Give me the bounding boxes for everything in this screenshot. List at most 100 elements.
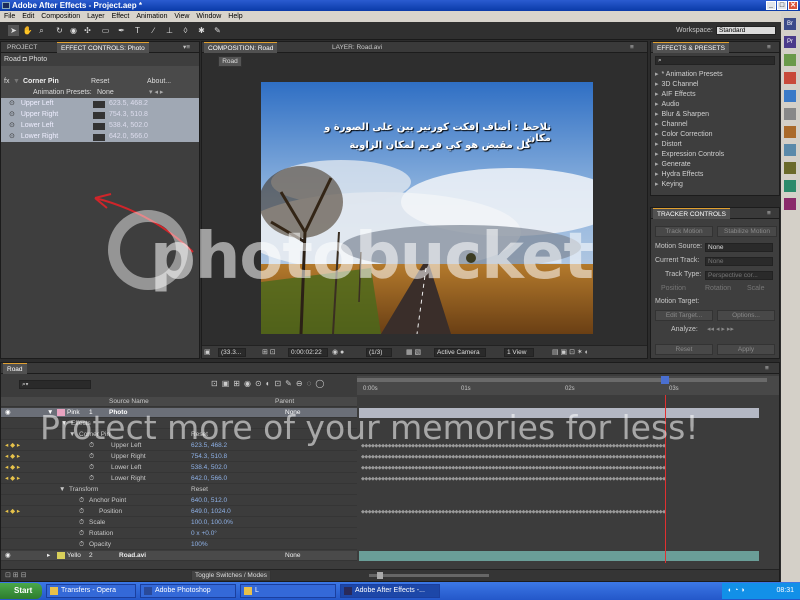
menu-edit[interactable]: Edit [22, 13, 34, 20]
layer-row-photo[interactable]: ◉ ▼ Pink 1 Photo None [1, 408, 357, 418]
property-value[interactable]: 100% [191, 540, 208, 550]
effects-group-row[interactable]: ▼ Effects [1, 419, 357, 429]
keyframe-nav-icon[interactable]: ◂ ◆ ▸ [5, 474, 20, 484]
tab-effect-controls[interactable]: EFFECT CONTROLS: Photo [57, 42, 149, 53]
tracker-reset-button[interactable]: Reset [655, 344, 713, 355]
timeline-footer-icons[interactable]: ⊡ ⊞ ⊟ [5, 571, 27, 579]
tab-effects-presets[interactable]: EFFECTS & PRESETS [653, 42, 729, 53]
selection-tool-icon[interactable]: ➤ [8, 25, 19, 36]
param-upper-left[interactable]: ⊙ Upper Left [9, 99, 54, 109]
options-button[interactable]: Options... [717, 310, 775, 321]
presets-dropdown-icon[interactable]: ▾ ◂ ▸ [149, 88, 163, 98]
grid-icon[interactable]: ⊞ ⊡ [262, 348, 276, 356]
parent-select[interactable]: None [285, 408, 301, 418]
track-type-select[interactable]: Perspective cor... [705, 271, 773, 280]
keyframe-nav-icon[interactable]: ◂ ◆ ▸ [5, 463, 20, 473]
rotate-tool-icon[interactable]: ↻ [54, 25, 65, 36]
stopwatch-icon[interactable]: ⏱ [89, 463, 94, 473]
taskbar-item-folder[interactable]: L [240, 584, 336, 598]
property-row[interactable]: ⏱ Anchor Point 640.0, 512.0 [1, 496, 357, 506]
menu-file[interactable]: File [4, 13, 15, 20]
effects-item[interactable]: ▸ Expression Controls [655, 150, 724, 160]
stopwatch-icon[interactable]: ⏱ [89, 441, 94, 451]
comp-crumb-road[interactable]: Road [218, 56, 242, 67]
fx-toggle-icon[interactable]: fx [4, 77, 9, 87]
adobe-premiere-icon[interactable]: Pr [784, 36, 796, 48]
layer-duration-bar-road[interactable] [359, 551, 759, 561]
keyframe-nav-icon[interactable]: ◂ ◆ ▸ [5, 507, 20, 517]
track-motion-button[interactable]: Track Motion [655, 226, 713, 237]
puppet-pin-tool-icon[interactable]: ✱ [196, 25, 207, 36]
property-value[interactable]: 100.0, 100.0% [191, 518, 233, 528]
effects-search-input[interactable]: ⌕ [655, 56, 775, 65]
brush-tool-icon[interactable]: ∕ [148, 25, 159, 36]
param-upper-right[interactable]: ⊙ Upper Right [9, 110, 58, 120]
label-color-swatch[interactable] [57, 409, 65, 416]
layer-duration-bar-photo[interactable] [359, 408, 759, 418]
app-launcher-icon[interactable] [784, 180, 796, 192]
adobe-bridge-icon[interactable]: Br [784, 18, 796, 30]
property-value[interactable]: 640.0, 512.0 [191, 496, 227, 506]
eraser-tool-icon[interactable]: ◊ [180, 25, 191, 36]
tab-tracker-controls[interactable]: TRACKER CONTROLS [653, 208, 730, 219]
param-lower-left[interactable]: ⊙ Lower Left [9, 121, 54, 131]
magnification-select[interactable]: (33.3... [218, 348, 246, 357]
app-launcher-icon[interactable] [784, 198, 796, 210]
crosshair-icon[interactable] [93, 134, 105, 141]
keyframe-track[interactable]: ◆◆◆◆◆◆◆◆◆◆◆◆◆◆◆◆◆◆◆◆◆◆◆◆◆◆◆◆◆◆◆◆◆◆◆◆◆◆◆◆… [361, 463, 757, 473]
current-track-select[interactable]: None [705, 257, 773, 266]
expand-icon[interactable]: ▼ [47, 408, 53, 418]
keyframe-nav-icon[interactable]: ◂ ◆ ▸ [5, 452, 20, 462]
menu-effect[interactable]: Effect [112, 13, 130, 20]
rectangle-tool-icon[interactable]: ▭ [100, 25, 111, 36]
visibility-eye-icon[interactable]: ◉ [5, 551, 11, 561]
analyze-controls-icon[interactable]: ◂◂ ◂ ▸ ▸▸ [707, 325, 734, 335]
expand-icon[interactable]: ▼ [61, 419, 67, 429]
position-checkbox[interactable]: Position [661, 284, 686, 294]
effects-item[interactable]: ▸ Distort [655, 140, 682, 150]
clone-stamp-tool-icon[interactable]: ⊥ [164, 25, 175, 36]
property-row[interactable]: ◂ ◆ ▸ ⏱ Position 649.0, 1024.0 [1, 507, 357, 517]
taskbar-item-after-effects[interactable]: Adobe After Effects -... [340, 584, 440, 598]
zoom-slider[interactable] [369, 574, 489, 577]
current-time-display[interactable]: 0:00:02:22 [288, 348, 328, 357]
keyframe-nav-icon[interactable]: ◂ ◆ ▸ [5, 441, 20, 451]
parent-select[interactable]: None [285, 551, 301, 561]
param-lower-right[interactable]: ⊙ Lower Right [9, 132, 58, 142]
workspace-select[interactable]: Standard [716, 26, 776, 35]
panel-menu-icon[interactable]: ≡ [763, 42, 775, 53]
keyframe-track[interactable]: ◆◆◆◆◆◆◆◆◆◆◆◆◆◆◆◆◆◆◆◆◆◆◆◆◆◆◆◆◆◆◆◆◆◆◆◆◆◆◆◆… [361, 474, 757, 484]
transform-row[interactable]: ▼ Transform Reset [1, 485, 357, 495]
effects-item[interactable]: ▸ * Animation Presets [655, 70, 723, 80]
visibility-eye-icon[interactable]: ◉ [5, 408, 11, 418]
time-ruler[interactable]: 0:00s 01s 02s 03s [357, 376, 779, 395]
hand-tool-icon[interactable]: ✋ [22, 25, 33, 36]
effects-item[interactable]: ▸ 3D Channel [655, 80, 698, 90]
pin-row[interactable]: ◂ ◆ ▸ ⏱ Upper Right 754.3, 510.8 [1, 452, 357, 462]
label-color-swatch[interactable] [57, 552, 65, 559]
menu-view[interactable]: View [174, 13, 189, 20]
property-row[interactable]: ⏱ Rotation 0 x +0.0° [1, 529, 357, 539]
work-area-bar[interactable] [357, 378, 767, 382]
pin-row[interactable]: ◂ ◆ ▸ ⏱ Lower Left 538.4, 502.0 [1, 463, 357, 473]
corner-pin-reset-button[interactable]: Reset [191, 430, 208, 440]
roto-brush-tool-icon[interactable]: ✎ [212, 25, 223, 36]
pin-value[interactable]: 642.0, 566.0 [191, 474, 227, 484]
expand-icon[interactable]: ▼ [59, 485, 65, 495]
stopwatch-icon[interactable]: ⏱ [79, 507, 84, 517]
keyframe-track[interactable]: ◆◆◆◆◆◆◆◆◆◆◆◆◆◆◆◆◆◆◆◆◆◆◆◆◆◆◆◆◆◆◆◆◆◆◆◆◆◆◆◆… [361, 452, 757, 462]
composition-viewer[interactable]: نلاحظ : أضاف إفكت كورنير بين على الصورة … [261, 82, 593, 334]
pin-value[interactable]: 754.3, 510.8 [191, 452, 227, 462]
corner-pin-row[interactable]: ▼ Corner Pin Reset [1, 430, 357, 440]
camera-select[interactable]: Active Camera [434, 348, 486, 357]
always-preview-icon[interactable]: ▣ [204, 348, 211, 356]
motion-source-select[interactable]: None [705, 243, 773, 252]
timeline-search-input[interactable]: ⌕▾ [19, 380, 91, 389]
keyframe-track[interactable]: ◆◆◆◆◆◆◆◆◆◆◆◆◆◆◆◆◆◆◆◆◆◆◆◆◆◆◆◆◆◆◆◆◆◆◆◆◆◆◆◆… [361, 507, 757, 517]
minimize-button[interactable]: _ [766, 1, 776, 10]
tab-layer[interactable]: LAYER: Road.avi [328, 42, 386, 53]
toggle-switches-modes-button[interactable]: Toggle Switches / Modes [191, 570, 271, 581]
tab-composition[interactable]: COMPOSITION: Road [204, 42, 278, 53]
taskbar-item-photoshop[interactable]: Adobe Photoshop [140, 584, 236, 598]
param-lower-left-value[interactable]: 538.4, 502.0 [109, 121, 148, 131]
